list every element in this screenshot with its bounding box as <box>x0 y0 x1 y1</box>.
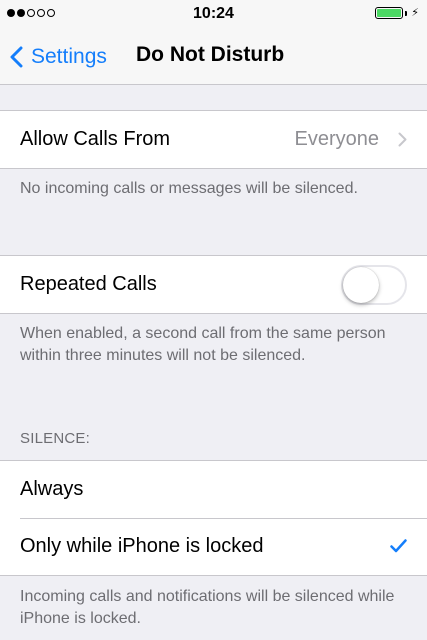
repeated-calls-row: Repeated Calls <box>0 256 427 313</box>
disclosure-chevron-icon <box>398 132 407 147</box>
page-title: Do Not Disturb <box>136 43 285 66</box>
silence-option-label: Only while iPhone is locked <box>20 535 264 557</box>
repeated-calls-group: Repeated Calls <box>0 255 427 314</box>
status-time: 10:24 <box>193 5 234 22</box>
silence-footer: Incoming calls and notifications will be… <box>20 588 395 627</box>
back-button[interactable]: Settings <box>10 42 107 72</box>
allow-calls-from-row[interactable]: Allow Calls From Everyone <box>0 111 427 168</box>
back-button-label: Settings <box>31 45 107 68</box>
status-bar: 10:24 ⚡ <box>0 0 427 30</box>
silence-option-locked[interactable]: Only while iPhone is locked <box>0 518 427 575</box>
charging-bolt-icon: ⚡ <box>411 7 419 19</box>
allow-calls-footer: No incoming calls or messages will be si… <box>20 180 358 197</box>
silence-option-label: Always <box>20 478 84 500</box>
toggle-knob <box>343 267 379 303</box>
repeated-calls-label: Repeated Calls <box>20 273 157 295</box>
navigation-bar: Settings Do Not Disturb <box>0 30 427 85</box>
battery-icon: ⚡ <box>375 7 419 19</box>
battery-tip <box>405 10 408 16</box>
repeated-calls-footer: When enabled, a second call from the sam… <box>20 325 386 364</box>
battery-body <box>375 7 404 19</box>
repeated-calls-toggle[interactable] <box>341 265 407 305</box>
allow-calls-from-value: Everyone <box>294 128 380 150</box>
silence-option-always[interactable]: Always <box>0 461 427 518</box>
allow-calls-group: Allow Calls From Everyone <box>0 110 427 169</box>
silence-section-header: SILENCE: <box>20 430 90 447</box>
battery-level <box>377 9 402 17</box>
silence-group: Always Only while iPhone is locked <box>0 460 427 576</box>
checkmark-icon <box>390 539 407 553</box>
back-chevron-icon <box>10 46 23 68</box>
allow-calls-from-label: Allow Calls From <box>20 128 171 150</box>
